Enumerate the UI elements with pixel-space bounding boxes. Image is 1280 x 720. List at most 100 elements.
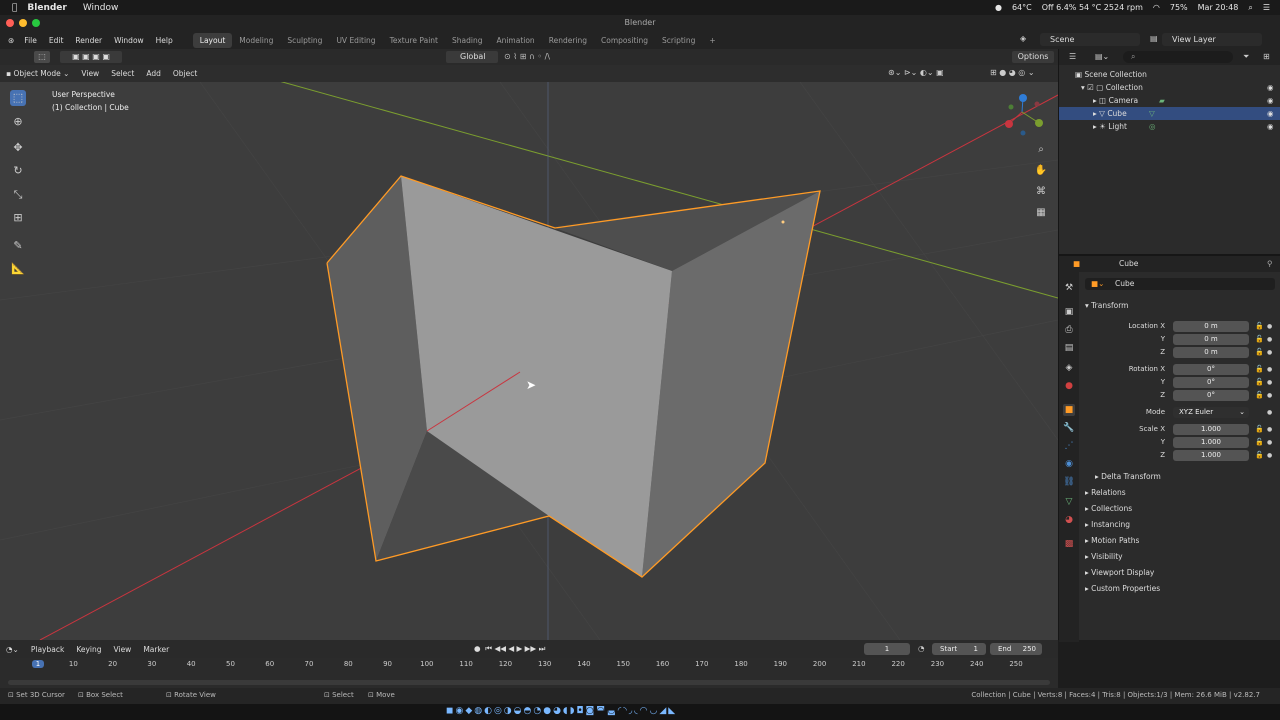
selection-mode-icons[interactable]: ▣ ▣ ▣ ▣ <box>60 51 122 63</box>
clock[interactable]: Mar 20:48 <box>1198 3 1239 12</box>
physics-tab-icon[interactable]: ◉ <box>1063 458 1075 470</box>
cube-mesh[interactable] <box>326 175 821 578</box>
view-layer-icon[interactable]: ▤ <box>1150 34 1158 43</box>
material-tab-icon[interactable]: ◕ <box>1063 514 1075 526</box>
pan-hand-icon[interactable]: ✋ <box>1034 165 1048 179</box>
panel-instancing[interactable]: ▸ Instancing <box>1085 520 1130 529</box>
lock-icon[interactable]: 🔓 <box>1255 348 1264 356</box>
keyframe-dot-icon[interactable]: ● <box>1267 426 1272 433</box>
lock-icon[interactable]: 🔓 <box>1255 451 1264 459</box>
transform-tool-icon[interactable]: ⊞ <box>10 210 26 226</box>
camera-view-icon[interactable]: ⌘ <box>1034 186 1048 200</box>
tab-scripting[interactable]: Scripting <box>655 33 702 48</box>
lock-icon[interactable]: 🔓 <box>1255 438 1264 446</box>
lock-icon[interactable]: 🔓 <box>1255 335 1264 343</box>
outliner-item-light[interactable]: ▸ ☀ Light ◎ ◉ <box>1059 120 1280 133</box>
outliner-item-cube[interactable]: ▸ ▽ Cube ▽ ◉ <box>1059 107 1280 120</box>
frame-ruler[interactable]: 1 10 20 30 40 50 60 70 80 90 100 110 120 130 140 150 160… <box>0 660 1058 672</box>
lock-icon[interactable]: 🔓 <box>1255 322 1264 330</box>
visibility-gizmo-icons[interactable]: ⊛⌄ ⊳⌄ ◐⌄ ▣ <box>888 68 944 77</box>
keyframe-dot-icon[interactable]: ● <box>1267 366 1272 373</box>
clock-icon[interactable]: ◔ <box>918 644 925 653</box>
tab-animation[interactable]: Animation <box>489 33 541 48</box>
tab-modeling[interactable]: Modeling <box>232 33 280 48</box>
cursor-tool-icon[interactable]: ⊕ <box>10 114 26 130</box>
object-name-field[interactable]: ■⌄ Cube <box>1085 278 1275 290</box>
menu-keying[interactable]: Keying <box>70 645 107 654</box>
outliner-search-input[interactable]: ⌕ <box>1123 51 1233 63</box>
window-menu[interactable]: Window <box>83 3 119 13</box>
orientation-dropdown[interactable]: Global <box>446 51 498 63</box>
menu-window[interactable]: Window <box>108 36 150 45</box>
select-box-tool-icon[interactable]: ⬚ <box>10 90 26 106</box>
lock-icon[interactable]: 🔓 <box>1255 378 1264 386</box>
output-tab-icon[interactable]: ⎙ <box>1063 324 1075 336</box>
scene-icon[interactable]: ◈ <box>1020 34 1026 43</box>
view-layer-selector[interactable]: View Layer <box>1162 33 1262 46</box>
pin-icon[interactable]: ⚲ <box>1267 256 1273 272</box>
lock-icon[interactable]: 🔓 <box>1255 365 1264 373</box>
annotate-tool-icon[interactable]: ✎ <box>10 238 26 254</box>
filter-icon[interactable]: ⏷ <box>1243 52 1249 62</box>
options-dropdown[interactable]: Options <box>1012 51 1054 63</box>
world-tab-icon[interactable]: ● <box>1063 380 1075 392</box>
tab-rendering[interactable]: Rendering <box>542 33 594 48</box>
app-menu[interactable]: Blender <box>27 3 66 13</box>
apple-icon[interactable]:  <box>12 3 17 13</box>
eye-icon[interactable]: ◉ <box>1267 81 1274 94</box>
keyframe-dot-icon[interactable]: ● <box>1267 349 1272 356</box>
blender-logo-icon[interactable]: ⊛ <box>0 36 18 45</box>
tab-layout[interactable]: Layout <box>192 32 233 48</box>
wifi-icon[interactable]: ◠ <box>1153 3 1160 12</box>
menu-file[interactable]: File <box>18 36 43 45</box>
outliner-scene-collection[interactable]: ▣ Scene Collection <box>1059 68 1280 81</box>
panel-viewport-display[interactable]: ▸ Viewport Display <box>1085 568 1154 577</box>
menu-object[interactable]: Object <box>167 69 203 78</box>
new-collection-icon[interactable]: ⊞ <box>1263 52 1270 61</box>
panel-custom-properties[interactable]: ▸ Custom Properties <box>1085 584 1160 593</box>
perspective-toggle-icon[interactable]: ▦ <box>1034 207 1048 221</box>
location-z-field[interactable]: 0 m <box>1173 347 1249 358</box>
timeline-editor-icon[interactable]: ◔⌄ <box>0 645 25 654</box>
rotate-tool-icon[interactable]: ↻ <box>10 163 26 179</box>
expand-arrow-icon[interactable]: ▾ ☑ <box>1081 83 1096 92</box>
scale-x-field[interactable]: 1.000 <box>1173 424 1249 435</box>
menu-timeline-view[interactable]: View <box>108 645 138 654</box>
modifier-tab-icon[interactable]: 🔧 <box>1063 422 1075 434</box>
temp-indicator[interactable]: 64°C <box>1012 3 1032 12</box>
render-tab-icon[interactable]: ▣ <box>1063 306 1075 318</box>
move-tool-icon[interactable]: ✥ <box>10 140 26 156</box>
menu-playback[interactable]: Playback <box>25 645 70 654</box>
keyframe-dot-icon[interactable]: ● <box>1267 336 1272 343</box>
rotation-y-field[interactable]: 0° <box>1173 377 1249 388</box>
end-frame-field[interactable]: End 250 <box>990 643 1042 655</box>
zoom-window-button[interactable] <box>32 19 40 27</box>
outliner-item-collection[interactable]: ▾ ☑ ▢ Collection ◉ <box>1059 81 1280 94</box>
record-icon[interactable]: ● <box>995 3 1002 12</box>
menu-view[interactable]: View <box>75 69 105 78</box>
location-x-field[interactable]: 0 m <box>1173 321 1249 332</box>
keyframe-dot-icon[interactable]: ● <box>1267 452 1272 459</box>
texture-tab-icon[interactable]: ▩ <box>1063 538 1075 550</box>
tab-sculpting[interactable]: Sculpting <box>280 33 329 48</box>
delta-transform-subpanel[interactable]: ▸ Delta Transform <box>1095 472 1161 481</box>
tab-compositing[interactable]: Compositing <box>594 33 655 48</box>
close-window-button[interactable] <box>6 19 14 27</box>
select-tool-icon[interactable]: ⬚ <box>34 51 50 63</box>
lock-icon[interactable]: 🔓 <box>1255 425 1264 433</box>
keyframe-dot-icon[interactable]: ● <box>1267 323 1272 330</box>
timeline-scrollbar[interactable] <box>8 680 1050 685</box>
snap-pivot-icons[interactable]: ⊙ ⌇ ⊞ ∩ ◦ /\ <box>504 51 594 63</box>
control-center-icon[interactable]: ☰ <box>1263 3 1270 12</box>
3d-viewport[interactable]: ➤ ⌕ ✋ ⌘ ▦ <box>0 82 1058 640</box>
zoom-icon[interactable]: ⌕ <box>1034 144 1048 158</box>
scale-tool-icon[interactable]: ⤡ <box>10 187 26 203</box>
eye-icon[interactable]: ◉ <box>1267 94 1274 107</box>
panel-motion-paths[interactable]: ▸ Motion Paths <box>1085 536 1139 545</box>
current-frame-field[interactable]: 1 <box>864 643 910 655</box>
measure-tool-icon[interactable]: 📐 <box>10 261 26 277</box>
menu-edit[interactable]: Edit <box>43 36 70 45</box>
tab-texture-paint[interactable]: Texture Paint <box>383 33 445 48</box>
rotation-x-field[interactable]: 0° <box>1173 364 1249 375</box>
tool-tab-icon[interactable]: ⚒ <box>1063 282 1075 294</box>
